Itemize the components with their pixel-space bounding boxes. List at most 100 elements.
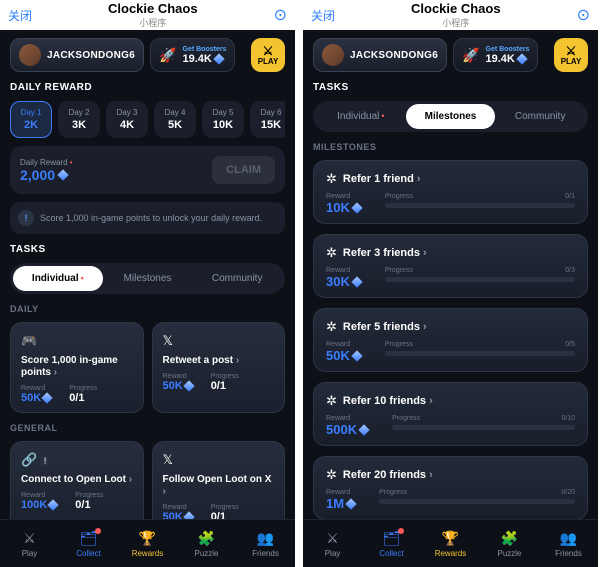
rocket-icon: 🚀 [462,47,479,64]
progress-bar [379,499,575,504]
controller-icon: 🎮 [21,333,133,349]
notification-dot [398,528,404,534]
nav-collect[interactable]: 🗂Collect [362,520,421,567]
info-text: Score 1,000 in-game points to unlock you… [40,213,262,223]
progress-bar [385,351,575,356]
days-row[interactable]: Day 12K Day 23K Day 34K Day 45K Day 510K… [10,101,285,138]
task-card-connect[interactable]: 🔗 ! Connect to Open Loot Reward100K Prog… [10,441,144,519]
milestone-card[interactable]: ✲Refer 1 friend Reward10K Progress0/1 [313,160,588,224]
nav-rewards[interactable]: 🏆Rewards [421,520,480,567]
close-button[interactable]: 关闭 [311,7,335,24]
close-button[interactable]: 关闭 [8,7,32,24]
puzzle-icon: 🧩 [198,530,215,547]
boosters-value: 19.4K [486,53,515,65]
info-icon: ! [18,210,34,226]
friends-icon: 👥 [257,530,274,547]
task-card-follow[interactable]: 𝕏 Follow Open Loot on X Reward50K Progre… [152,441,286,519]
milestones-subheading: MILESTONES [313,142,588,152]
milestone-title: Refer 3 friends [343,247,427,259]
fan-icon: ✲ [326,171,337,187]
puzzle-icon: 🧩 [501,530,518,547]
claim-value: 2,000 [20,167,55,183]
collect-icon: 🗂 [383,530,401,547]
menu-button[interactable]: ⊙ [577,5,590,25]
boosters-value: 19.4K [183,53,212,65]
boosters-label: Get Boosters [486,46,530,53]
tab-milestones[interactable]: Milestones [406,104,496,129]
collect-icon: 🗂 [80,530,98,547]
task-card-retweet[interactable]: 𝕏 Retweet a post Reward50K Progress0/1 [152,322,286,413]
diamond-icon [42,392,53,403]
phone-left: 关闭 Clockie Chaos 小程序 ⊙ JACKSONDONG6 🚀 Ge… [0,0,295,567]
notification-dot [95,528,101,534]
milestone-card[interactable]: ✲Refer 10 friends Reward500K Progress0/1… [313,382,588,446]
diamond-icon [351,276,362,287]
nav-puzzle[interactable]: 🧩Puzzle [177,520,236,567]
nav-puzzle[interactable]: 🧩Puzzle [480,520,539,567]
task-tabs: Individual• Milestones Community [10,263,285,294]
day-5[interactable]: Day 510K [202,101,244,138]
swords-icon: ⚔ [23,530,36,547]
task-title: Retweet a post [163,355,275,367]
menu-button[interactable]: ⊙ [274,5,287,25]
milestone-card[interactable]: ✲Refer 3 friends Reward30K Progress0/3 [313,234,588,298]
nav-collect[interactable]: 🗂Collect [59,520,118,567]
diamond-icon [351,350,362,361]
tab-milestones[interactable]: Milestones [103,266,193,291]
content: JACKSONDONG6 🚀 Get Boosters 19.4K ⚔ PLAY… [303,30,598,519]
trophy-icon: 🏆 [139,530,156,547]
user-pill[interactable]: JACKSONDONG6 [10,38,144,72]
progress-bar [385,203,575,208]
progress-bar [385,277,575,282]
user-pill[interactable]: JACKSONDONG6 [313,38,447,72]
claim-button[interactable]: CLAIM [212,156,275,184]
progress-bar [392,425,575,430]
nav-friends[interactable]: 👥Friends [236,520,295,567]
boosters-pill[interactable]: 🚀 Get Boosters 19.4K [150,38,235,72]
link-icon: 🔗 ! [21,452,133,468]
task-tabs: Individual• Milestones Community [313,101,588,132]
tab-individual[interactable]: Individual• [13,266,103,291]
play-button[interactable]: ⚔ PLAY [251,38,285,72]
nav-friends[interactable]: 👥Friends [539,520,598,567]
swords-icon: ⚔ [566,45,577,57]
day-2[interactable]: Day 23K [58,101,100,138]
notification-dot: • [381,111,384,121]
milestone-card[interactable]: ✲Refer 20 friends Reward1M Progress0/20 [313,456,588,519]
friends-icon: 👥 [560,530,577,547]
milestone-title: Refer 10 friends [343,395,433,407]
content: JACKSONDONG6 🚀 Get Boosters 19.4K ⚔ PLAY… [0,30,295,519]
general-tasks-row: 🔗 ! Connect to Open Loot Reward100K Prog… [10,441,285,519]
tasks-heading: TASKS [10,244,285,255]
boosters-label: Get Boosters [183,46,227,53]
diamond-icon [48,499,59,510]
daily-subheading: DAILY [10,304,285,314]
day-4[interactable]: Day 45K [154,101,196,138]
play-button[interactable]: ⚔ PLAY [554,38,588,72]
nav-play[interactable]: ⚔Play [0,520,59,567]
tab-community[interactable]: Community [192,266,282,291]
tasks-heading: TASKS [313,82,588,93]
diamond-icon [351,202,362,213]
milestone-card[interactable]: ✲Refer 5 friends Reward50K Progress0/5 [313,308,588,372]
bottom-nav: ⚔Play 🗂Collect 🏆Rewards 🧩Puzzle 👥Friends [0,519,295,567]
claim-card: Daily Reward 2,000 CLAIM [10,146,285,194]
fan-icon: ✲ [326,245,337,261]
play-label: PLAY [561,57,582,66]
task-card-score[interactable]: 🎮 Score 1,000 in-game points Reward50K P… [10,322,144,413]
fan-icon: ✲ [326,319,337,335]
app-title: Clockie Chaos [335,1,577,16]
day-3[interactable]: Day 34K [106,101,148,138]
username: JACKSONDONG6 [350,50,438,61]
header-row: JACKSONDONG6 🚀 Get Boosters 19.4K ⚔ PLAY [313,38,588,72]
nav-rewards[interactable]: 🏆Rewards [118,520,177,567]
day-6[interactable]: Day 615K [250,101,285,138]
task-title: Follow Open Loot on X [163,474,275,498]
boosters-pill[interactable]: 🚀 Get Boosters 19.4K [453,38,538,72]
diamond-icon [516,53,527,64]
milestone-title: Refer 20 friends [343,469,433,481]
nav-play[interactable]: ⚔Play [303,520,362,567]
tab-individual[interactable]: Individual• [316,104,406,129]
day-1[interactable]: Day 12K [10,101,52,138]
tab-community[interactable]: Community [495,104,585,129]
